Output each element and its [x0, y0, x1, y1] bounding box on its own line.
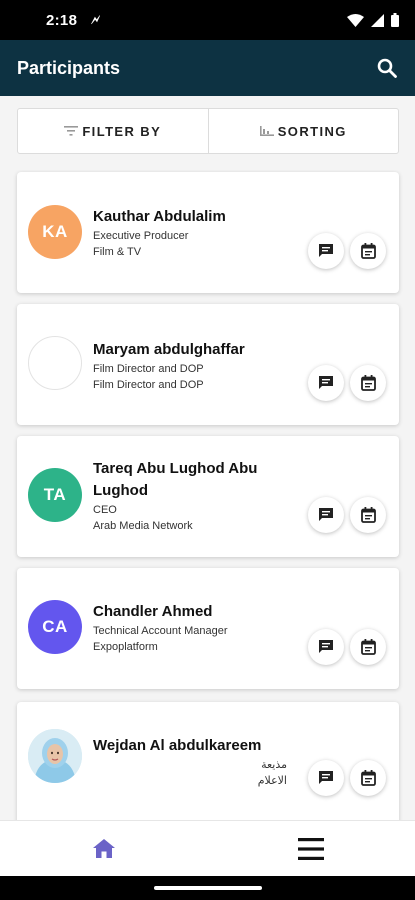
chat-icon — [319, 640, 333, 653]
home-icon — [92, 839, 115, 858]
profile-photo — [28, 729, 82, 783]
avatar: CA — [28, 600, 82, 654]
calendar-icon — [360, 507, 376, 523]
avatar-initials: KA — [42, 222, 68, 241]
participant-role: مذيعة — [261, 759, 287, 771]
participant-card[interactable]: Maryam abdulghaffar Film Director and DO… — [17, 304, 399, 425]
participant-name: Chandler Ahmed — [93, 603, 213, 620]
message-button[interactable] — [308, 629, 344, 665]
participant-company: Film Director and DOP — [93, 379, 204, 391]
participant-card[interactable]: CA Chandler Ahmed Technical Account Mana… — [17, 568, 399, 689]
avatar: TA — [28, 468, 82, 522]
schedule-meeting-button[interactable] — [350, 760, 386, 796]
gesture-bar — [0, 876, 415, 900]
filter-sort-bar: FILTER BY SORTING — [17, 108, 399, 154]
sorting-label: SORTING — [277, 123, 347, 139]
calendar-icon — [360, 770, 376, 786]
message-button[interactable] — [308, 365, 344, 401]
participant-role: CEO — [93, 504, 117, 516]
participant-name: Maryam abdulghaffar — [93, 341, 245, 358]
participant-role: Technical Account Manager — [93, 625, 228, 637]
chat-icon — [319, 771, 333, 784]
avatar: KA — [28, 205, 82, 259]
participant-card[interactable]: KA Kauthar Abdulalim Executive Producer … — [17, 172, 399, 293]
message-button[interactable] — [308, 233, 344, 269]
participant-company: الاعلام — [257, 775, 287, 787]
message-button[interactable] — [308, 497, 344, 533]
menu-icon — [298, 837, 325, 860]
participant-card[interactable]: Wejdan Al abdulkareem مذيعة الاعلام — [17, 702, 399, 820]
participant-list: KA Kauthar Abdulalim Executive Producer … — [0, 170, 415, 820]
message-button[interactable] — [308, 760, 344, 796]
calendar-icon — [360, 243, 376, 259]
schedule-meeting-button[interactable] — [350, 629, 386, 665]
participant-company: Arab Media Network — [93, 520, 193, 532]
status-icons — [347, 13, 399, 27]
participant-name: Kauthar Abdulalim — [93, 208, 226, 225]
search-button[interactable] — [373, 54, 401, 82]
filter-label: FILTER BY — [82, 123, 162, 139]
participant-card[interactable]: TA Tareq Abu Lughod Abu Lughod CEO Arab … — [17, 436, 399, 557]
participant-role: Executive Producer — [93, 230, 189, 242]
avatar-initials: TA — [43, 485, 67, 504]
page-title: Participants — [17, 57, 121, 78]
avatar-initials: CA — [42, 617, 68, 636]
participant-company: Expoplatform — [93, 641, 158, 653]
status-time: 2:18 — [46, 11, 78, 29]
notification-icon: 🗲 — [91, 12, 100, 27]
participant-name: Tareq Abu Lughod Abu Lughod — [93, 460, 258, 499]
chat-icon — [319, 508, 333, 521]
bottom-navigation — [0, 820, 415, 876]
status-bar: 2:18 🗲 — [0, 0, 415, 40]
participant-role: Film Director and DOP — [93, 363, 204, 375]
gesture-handle[interactable] — [154, 886, 262, 890]
participant-name: Wejdan Al abdulkareem — [93, 737, 262, 754]
sort-icon — [259, 126, 274, 136]
avatar — [28, 336, 82, 390]
schedule-meeting-button[interactable] — [350, 233, 386, 269]
filter-button[interactable]: FILTER BY — [18, 109, 208, 153]
nav-menu[interactable] — [208, 821, 415, 876]
signal-icon — [371, 13, 384, 27]
sorting-button[interactable]: SORTING — [209, 109, 399, 153]
nav-home[interactable] — [0, 821, 208, 876]
filter-icon — [64, 126, 79, 136]
wifi-icon — [347, 13, 364, 27]
participant-company: Film & TV — [93, 246, 142, 258]
search-icon — [377, 58, 397, 78]
calendar-icon — [360, 375, 376, 391]
calendar-icon — [360, 639, 376, 655]
app-bar: Participants — [0, 40, 415, 96]
schedule-meeting-button[interactable] — [350, 365, 386, 401]
avatar — [28, 729, 82, 783]
notification-icons: 🗲 — [91, 12, 100, 28]
chat-icon — [319, 244, 333, 257]
schedule-meeting-button[interactable] — [350, 497, 386, 533]
chat-icon — [319, 376, 333, 389]
battery-icon — [391, 13, 399, 27]
